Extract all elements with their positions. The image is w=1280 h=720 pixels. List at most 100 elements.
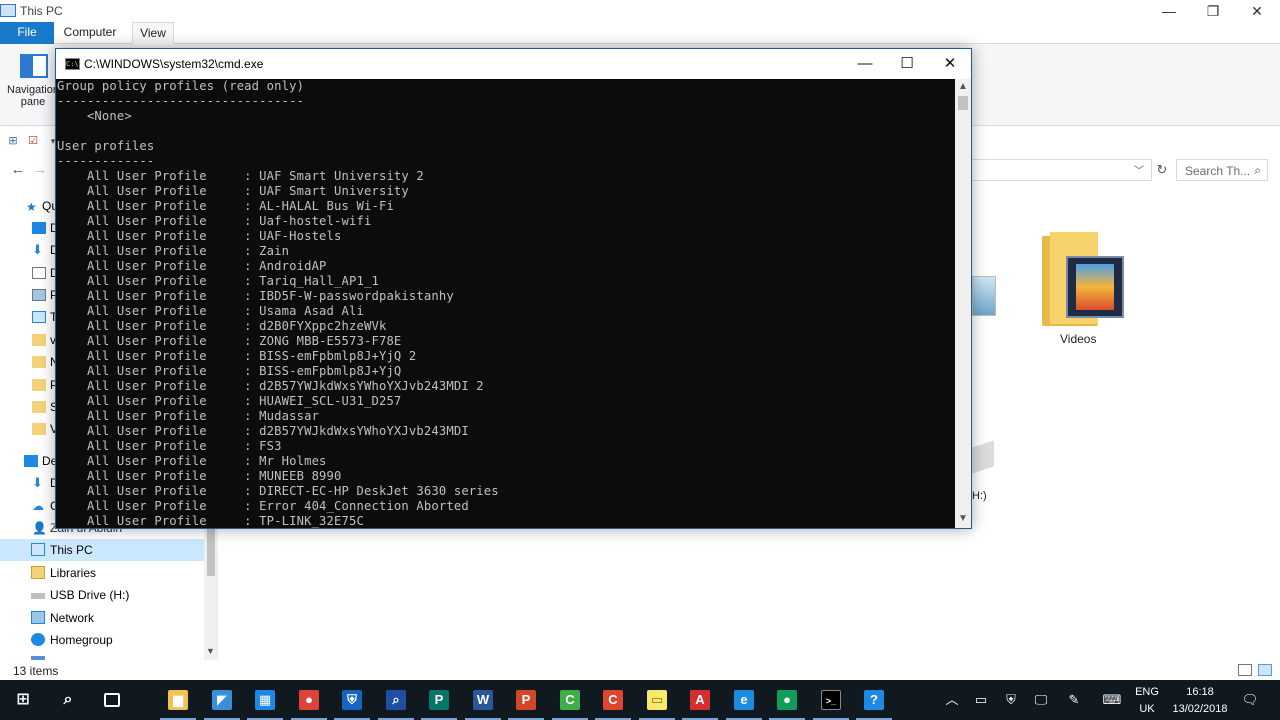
taskbar-app-cmd[interactable]: >_ (809, 680, 853, 720)
sidebar-item-homegroup[interactable]: Homegroup (0, 629, 204, 651)
sidebar-item-label: Libraries (50, 566, 97, 580)
console-line: All User Profile : UAF-Hostels (57, 229, 342, 243)
command-prompt-icon: C:\ (65, 58, 80, 70)
download-icon: ⬇ (32, 242, 43, 257)
start-button[interactable]: ⊞ (0, 680, 44, 720)
forward-arrow-icon[interactable]: → (30, 160, 50, 180)
taskbar-app-help[interactable]: ? (852, 680, 896, 720)
tab-computer[interactable]: Computer (56, 22, 124, 44)
search-icon: ⌕ (1254, 163, 1261, 177)
console-line: ------------- (57, 154, 155, 168)
console-line: All User Profile : Error 404_Connection … (57, 499, 469, 513)
usb-drive-icon (31, 593, 45, 599)
monitor-icon (32, 311, 46, 323)
taskbar-app-word[interactable]: W (461, 680, 505, 720)
publisher-icon: P (429, 690, 449, 710)
sidebar-item-this-pc[interactable]: This PC (0, 539, 204, 561)
taskbar-app-publisher[interactable]: P (417, 680, 461, 720)
address-dropdown-icon[interactable]: ﹀ (1134, 162, 1144, 177)
details-view-icon[interactable] (1238, 664, 1252, 676)
sidebar-item-label: This PC (50, 543, 93, 557)
cmd-titlebar[interactable]: C:\ C:\WINDOWS\system32\cmd.exe — ☐ ✕ (56, 49, 971, 79)
tab-view[interactable]: View (132, 22, 174, 44)
drive-label: H:) (972, 490, 987, 502)
taskbar-app-store[interactable]: ▦ (243, 680, 287, 720)
taskbar-app-store-like[interactable]: ◤ (200, 680, 244, 720)
back-arrow-icon[interactable]: ← (8, 160, 28, 180)
taskbar-app-chrome-1[interactable]: ● (287, 680, 331, 720)
cmd-scrollbar[interactable]: ▲ ▼ (955, 79, 971, 528)
taskbar-app-powerpoint[interactable]: P (504, 680, 548, 720)
taskbar-app-file-explorer[interactable]: ▆ (156, 680, 200, 720)
large-icons-view-icon[interactable] (1258, 664, 1272, 676)
clock-date: 13/02/2018 (1172, 703, 1228, 715)
console-line: All User Profile : AndroidAP (57, 259, 327, 273)
console-line: User profiles (57, 139, 155, 153)
properties-icon[interactable]: ⊞ (6, 134, 20, 148)
taskbar-app-chrome-2[interactable]: ● (765, 680, 809, 720)
sidebar-item-usb-drive[interactable]: USB Drive (H:) (0, 584, 204, 606)
region-code: UK (1139, 703, 1155, 715)
console-line: All User Profile : ZONG MBB-E5573-F78E (57, 334, 402, 348)
battery-icon[interactable]: ▭ (972, 692, 990, 708)
keyboard-icon[interactable]: ⌨ (1100, 692, 1124, 708)
film-strip-icon (1066, 256, 1124, 318)
sidebar-item-control-panel[interactable] (0, 652, 204, 660)
chevron-up-icon[interactable]: ︿ (943, 692, 961, 708)
search-input[interactable]: Search Th... ⌕ (1176, 159, 1268, 181)
checkbox-icon[interactable]: ☑ (26, 134, 40, 148)
address-bar[interactable] (970, 159, 1152, 181)
maximize-icon[interactable]: ☐ (885, 49, 929, 79)
console-output[interactable]: Group policy profiles (read only) -------… (56, 79, 955, 528)
refresh-icon[interactable]: ↻ (1152, 159, 1172, 181)
action-center-icon[interactable]: 🗨 (1240, 692, 1260, 708)
shield-icon: ⛨ (342, 690, 362, 710)
acrobat-icon: A (690, 690, 710, 710)
taskbar-app-acrobat[interactable]: A (678, 680, 722, 720)
scroll-down-icon[interactable]: ▼ (206, 646, 215, 656)
console-line: All User Profile : HUAWEI_SCL-U31_D257 (57, 394, 402, 408)
item-count: 13 items (13, 664, 59, 678)
folder-icon (32, 379, 46, 391)
console-line: All User Profile : UAF Smart University (57, 184, 409, 198)
search-button[interactable]: ⌕ (46, 680, 90, 720)
camtasia-icon: C (560, 690, 580, 710)
taskbar-app-camtasia-green[interactable]: C (548, 680, 592, 720)
app-icon: ◤ (212, 690, 232, 710)
sidebar-item-libraries[interactable]: Libraries (0, 562, 204, 584)
scroll-up-icon[interactable]: ▲ (958, 81, 968, 92)
tab-file[interactable]: File (0, 22, 54, 44)
console-line: --------------------------------- (57, 94, 305, 108)
network-icon[interactable]: 🖵 (1032, 692, 1050, 708)
scroll-down-icon[interactable]: ▼ (958, 513, 968, 524)
console-line: All User Profile : Zain (57, 244, 290, 258)
clock[interactable]: 16:18 13/02/2018 (1168, 686, 1232, 716)
pen-icon[interactable]: ✎ (1065, 692, 1083, 708)
taskbar-app-sticky-notes[interactable]: ▭ (635, 680, 679, 720)
defender-tray-icon[interactable]: ⛨ (1002, 692, 1020, 708)
close-icon[interactable]: ✕ (928, 49, 972, 79)
language-indicator[interactable]: ENG UK (1134, 686, 1160, 716)
pictures-folder-thumbnail[interactable] (972, 276, 996, 316)
folder-icon (32, 356, 46, 368)
ribbon-tabs: File Computer View ⌃ ? (0, 22, 1280, 63)
navigation-pane-icon[interactable] (20, 54, 48, 78)
minimize-icon[interactable]: — (1146, 0, 1192, 22)
status-bar: 13 items (0, 660, 1280, 680)
videos-folder[interactable] (1040, 230, 1124, 326)
taskbar-app-edge[interactable]: e (722, 680, 766, 720)
user-icon: 👤 (32, 521, 47, 535)
restore-icon[interactable]: ❐ (1190, 0, 1236, 22)
task-view-button[interactable] (90, 680, 134, 720)
taskbar-app-defender[interactable]: ⛨ (330, 680, 374, 720)
taskbar-app-camtasia-red[interactable]: C (591, 680, 635, 720)
console-line: All User Profile : BISS-emFpbmlp8J+YjQ 2 (57, 349, 417, 363)
taskbar-app-search-app[interactable]: ⌕ (374, 680, 418, 720)
minimize-icon[interactable]: — (843, 49, 887, 79)
sidebar-item-network[interactable]: Network (0, 607, 204, 629)
explorer-titlebar[interactable]: This PC — ❐ ✕ (0, 0, 1280, 22)
close-icon[interactable]: ✕ (1234, 0, 1280, 22)
scrollbar-thumb[interactable] (958, 96, 968, 110)
clock-time: 16:18 (1186, 686, 1214, 698)
navigation-pane-label[interactable]: Navigation pane (6, 84, 60, 108)
